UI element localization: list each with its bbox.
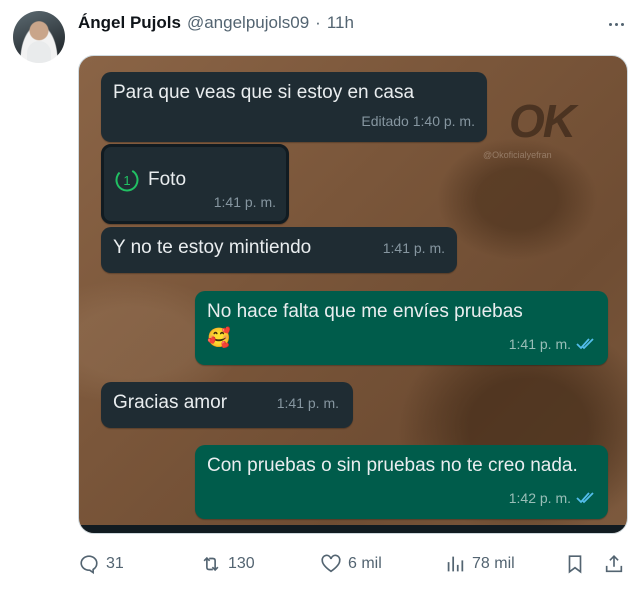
read-ticks-icon <box>576 492 594 504</box>
chat-bubble-incoming: Gracias amor 1:41 p. m. <box>101 382 353 428</box>
chat-bubble-outgoing: Con pruebas o sin pruebas no te creo nad… <box>195 445 608 519</box>
reply-button[interactable]: 31 <box>78 549 124 579</box>
reply-icon <box>80 555 98 575</box>
view-once-icon: 1 <box>115 168 139 192</box>
watermark-logo: OK <box>509 95 576 147</box>
retweet-button[interactable]: 130 <box>200 549 255 579</box>
like-count: 6 mil <box>348 555 382 572</box>
author-handle[interactable]: @angelpujols09 <box>187 13 309 33</box>
share-icon <box>605 555 623 573</box>
analytics-icon <box>447 556 464 572</box>
bookmark-icon <box>568 555 582 574</box>
watermark-handle: @Okoficialyefran <box>483 150 552 160</box>
view-count: 78 mil <box>472 555 515 572</box>
message-meta: 1:41 p. m. <box>508 336 571 352</box>
heart-icon <box>321 554 341 573</box>
chat-bottom-bar <box>79 525 627 533</box>
message-meta: Editado 1:40 p. m. <box>361 113 475 129</box>
views-button[interactable]: 78 mil <box>444 549 515 579</box>
chat-bubble-photo: 1 Foto 1:41 p. m. <box>101 144 289 224</box>
chat-bubble-incoming: Para que veas que si estoy en casa Edita… <box>101 72 487 142</box>
tweet-media-image[interactable]: OK @Okoficialyefran Para que veas que si… <box>78 55 628 534</box>
avatar[interactable] <box>13 11 65 63</box>
author-name[interactable]: Ángel Pujols <box>78 13 181 33</box>
svg-text:1: 1 <box>123 173 130 188</box>
message-meta: 1:41 p. m. <box>276 395 339 411</box>
chat-bubble-incoming: Y no te estoy mintiendo 1:41 p. m. <box>101 227 457 273</box>
message-text: Con pruebas o sin pruebas no te creo nad… <box>207 455 578 476</box>
like-button[interactable]: 6 mil <box>320 549 382 579</box>
retweet-icon <box>203 556 219 572</box>
message-text: Foto <box>148 169 187 190</box>
read-ticks-icon <box>576 338 594 350</box>
chat-bubble-outgoing: No hace falta que me envíes pruebas 🥰 1:… <box>195 291 608 365</box>
retweet-count: 130 <box>228 555 255 572</box>
tweet-time[interactable]: 11h <box>327 13 354 33</box>
tweet-action-bar: 31 130 6 mil 78 mil <box>78 549 628 579</box>
message-text: No hace falta que me envíes pruebas <box>207 301 523 322</box>
share-button[interactable] <box>603 549 625 579</box>
tweet-header: Ángel Pujols @angelpujols09 · 11h <box>78 12 354 34</box>
message-meta: 1:41 p. m. <box>382 240 445 256</box>
message-text: Para que veas que si estoy en casa <box>113 82 415 103</box>
bookmark-button[interactable] <box>564 549 586 579</box>
message-meta: 1:42 p. m. <box>508 490 571 506</box>
separator: · <box>315 13 321 32</box>
message-meta: 1:41 p. m. <box>213 194 276 210</box>
reply-count: 31 <box>106 555 124 572</box>
more-options-icon[interactable] <box>605 14 627 34</box>
